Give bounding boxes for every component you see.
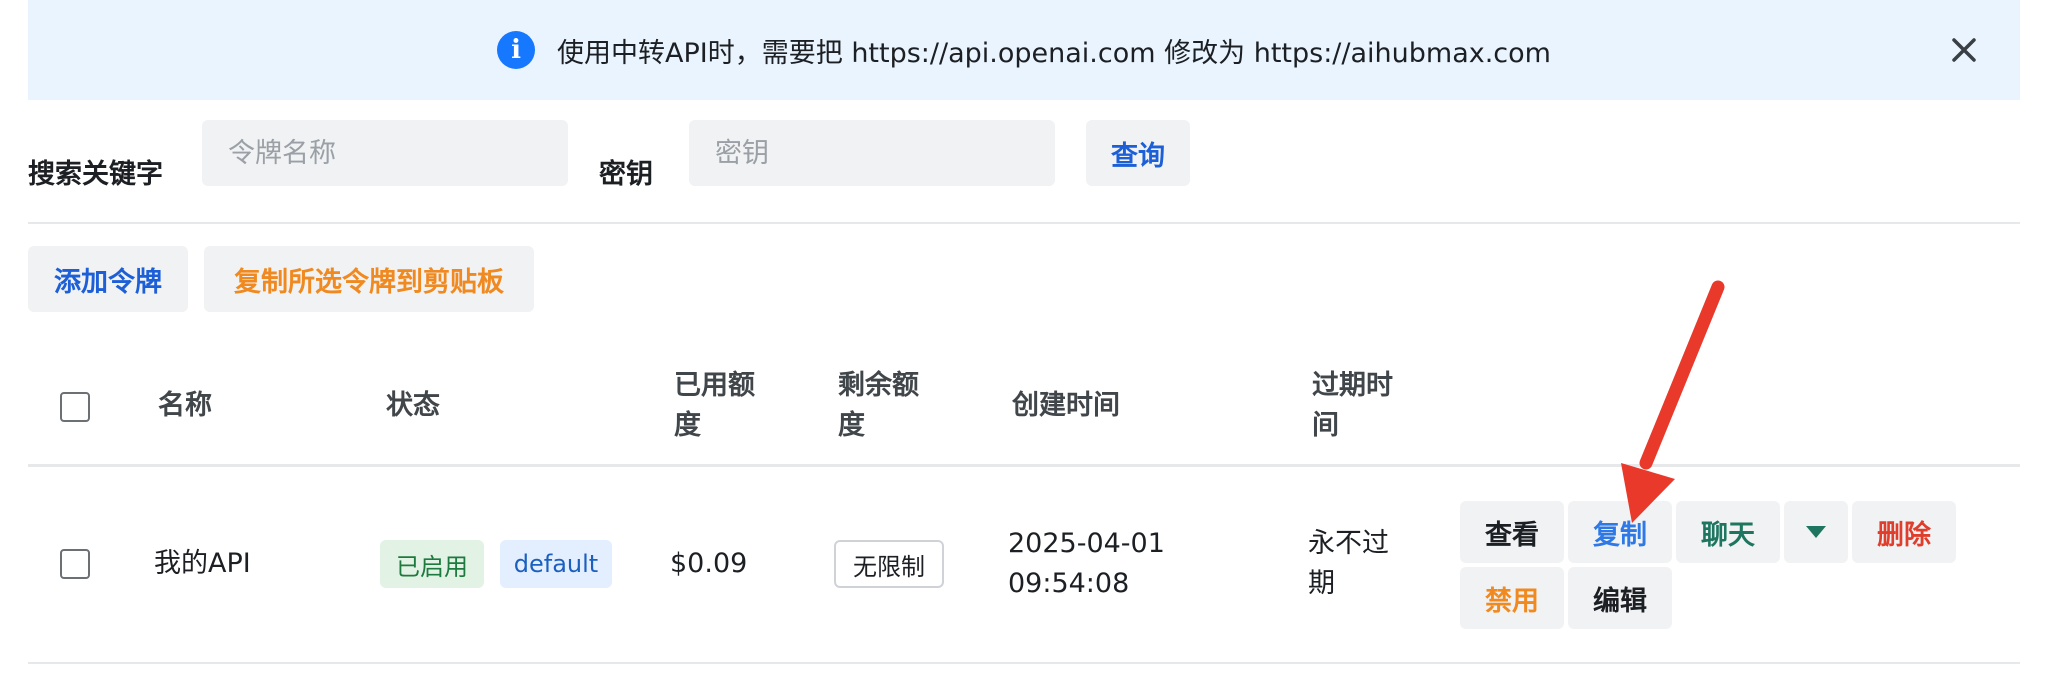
group-badge: default <box>500 540 612 588</box>
chat-button[interactable]: 聊天 <box>1676 501 1780 563</box>
close-icon <box>1952 38 1976 62</box>
created-time-value: 2025-04-01 09:54:08 <box>1008 528 1165 599</box>
row-checkbox[interactable] <box>60 549 90 579</box>
remaining-quota-badge: 无限制 <box>834 540 944 588</box>
header-name: 名称 <box>158 390 212 421</box>
close-banner-button[interactable] <box>1944 30 1984 70</box>
table-header: 名称 状态 已用额 度 剩余额 度 创建时间 过期时 间 <box>28 364 2020 467</box>
header-used-quota: 已用额 度 <box>674 370 755 441</box>
key-label: 密钥 <box>599 159 653 190</box>
notice-banner: i 使用中转API时，需要把 https://api.openai.com 修改… <box>28 0 2020 100</box>
caret-down-icon <box>1806 526 1826 538</box>
notice-content: i 使用中转API时，需要把 https://api.openai.com 修改… <box>497 31 1551 70</box>
copy-selected-button[interactable]: 复制所选令牌到剪贴板 <box>204 246 534 312</box>
header-expire-time: 过期时 间 <box>1312 370 1393 441</box>
header-status: 状态 <box>386 390 440 421</box>
header-remaining-quota: 剩余额 度 <box>838 370 919 441</box>
used-quota-value: $0.09 <box>670 548 748 579</box>
keyword-label: 搜索关键字 <box>28 159 163 190</box>
select-all-checkbox[interactable] <box>60 392 90 422</box>
table-row: 我的API 已启用 default $0.09 无限制 2025-04-01 0… <box>28 467 2020 664</box>
key-input[interactable] <box>689 120 1055 186</box>
disable-button[interactable]: 禁用 <box>1460 567 1564 629</box>
view-button[interactable]: 查看 <box>1460 501 1564 563</box>
edit-button[interactable]: 编辑 <box>1568 567 1672 629</box>
query-button[interactable]: 查询 <box>1086 120 1190 186</box>
expire-time-value: 永不过 期 <box>1308 528 1389 599</box>
delete-button[interactable]: 删除 <box>1852 501 1956 563</box>
chat-dropdown-button[interactable] <box>1784 501 1848 563</box>
token-name: 我的API <box>154 548 251 579</box>
info-icon: i <box>497 31 536 69</box>
header-created-time: 创建时间 <box>1012 390 1120 421</box>
status-badge: 已启用 <box>380 540 484 588</box>
add-token-button[interactable]: 添加令牌 <box>28 246 188 312</box>
notice-text: 使用中转API时，需要把 https://api.openai.com 修改为 … <box>557 37 1551 69</box>
search-bar: 搜索关键字 密钥 查询 <box>28 120 2020 224</box>
token-name-input[interactable] <box>202 120 568 186</box>
copy-button[interactable]: 复制 <box>1568 501 1672 563</box>
